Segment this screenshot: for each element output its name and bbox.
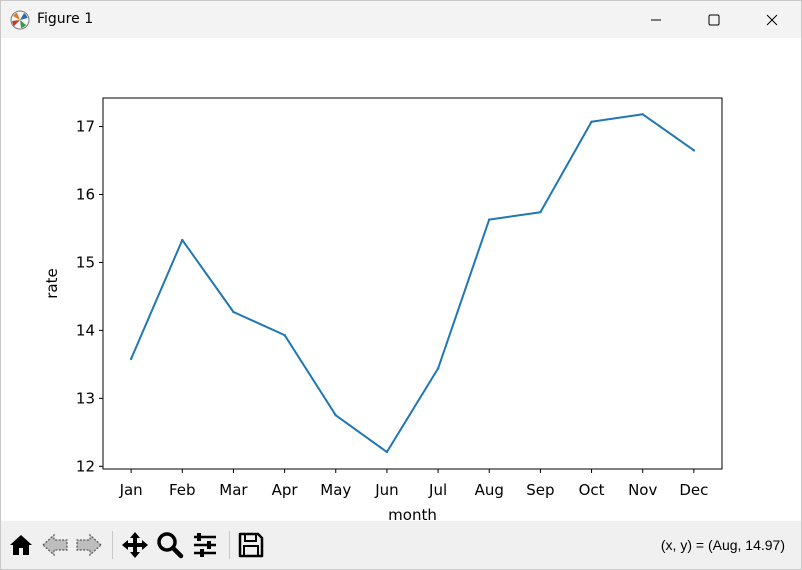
- data-point: [181, 238, 184, 242]
- data-point: [590, 120, 593, 123]
- save-icon: [238, 532, 264, 558]
- forward-button[interactable]: [73, 529, 105, 561]
- zoom-button[interactable]: [154, 529, 186, 561]
- x-tick-label: Sep: [526, 481, 554, 499]
- y-tick-label: 17: [76, 118, 95, 136]
- x-tick-label: Feb: [169, 481, 196, 499]
- configure-subplots-icon: [194, 533, 216, 557]
- y-tick-label: 13: [76, 389, 95, 407]
- pan-button[interactable]: [119, 529, 151, 561]
- save-button[interactable]: [235, 529, 267, 561]
- data-point: [488, 218, 491, 221]
- x-tick-label: Jan: [119, 481, 143, 499]
- window-title: Figure 1: [37, 11, 94, 27]
- data-point: [232, 310, 235, 314]
- y-tick-label: 14: [76, 321, 95, 339]
- line-chart[interactable]: 12 13 14 15 16 17 Jan Feb Mar Apr May Jun Jul Aug Sep O…: [1, 38, 801, 524]
- x-tick-label: May: [320, 481, 351, 499]
- close-button[interactable]: [743, 1, 801, 38]
- home-icon: [10, 535, 32, 555]
- x-tick-label: Jun: [374, 481, 398, 499]
- home-button[interactable]: [5, 529, 37, 561]
- y-tick-label: 16: [76, 185, 95, 203]
- data-point: [129, 357, 133, 361]
- axes-frame: [102, 97, 723, 470]
- maximize-icon: [708, 14, 720, 25]
- close-icon: [766, 14, 778, 25]
- x-axis-label: month: [388, 506, 437, 521]
- y-tick-label: 12: [76, 457, 95, 475]
- data-point: [385, 450, 389, 454]
- toolbar-separator: [229, 531, 230, 559]
- maximize-button[interactable]: [685, 1, 743, 38]
- x-tick-label: Dec: [679, 481, 708, 499]
- configure-subplots-button[interactable]: [189, 529, 221, 561]
- data-point: [436, 367, 440, 370]
- matplotlib-app-icon: [10, 10, 30, 30]
- data-point: [539, 210, 542, 214]
- data-point: [334, 414, 337, 417]
- minimize-button[interactable]: [627, 1, 685, 38]
- back-button[interactable]: [39, 529, 71, 561]
- pan-icon: [122, 532, 148, 558]
- x-tick-label: Jul: [428, 481, 447, 499]
- data-point: [641, 113, 644, 116]
- y-tick-label: 15: [76, 253, 95, 271]
- y-axis-label: rate: [43, 268, 61, 298]
- x-tick-label: Mar: [219, 481, 248, 499]
- cursor-coordinates: (x, y) = (Aug, 14.97): [660, 537, 785, 553]
- figure-window: Figure 1 12 13 14 15 16 17 Jan Feb Mar Apr May Jun J…: [0, 0, 802, 570]
- x-tick-label: Aug: [475, 481, 504, 499]
- title-bar[interactable]: Figure 1: [1, 1, 801, 38]
- x-tick-label: Apr: [272, 481, 299, 499]
- forward-icon: [76, 533, 102, 557]
- x-tick-label: Oct: [579, 481, 605, 499]
- zoom-icon: [157, 532, 184, 559]
- data-point: [283, 333, 286, 337]
- toolbar-separator: [112, 531, 113, 559]
- minimize-icon: [651, 19, 661, 20]
- back-icon: [42, 533, 68, 557]
- data-point: [692, 149, 696, 152]
- x-tick-label: Nov: [628, 481, 657, 499]
- figure-canvas[interactable]: 12 13 14 15 16 17 Jan Feb Mar Apr May Jun Jul Aug Sep O…: [1, 38, 801, 524]
- navigation-toolbar: (x, y) = (Aug, 14.97): [1, 521, 801, 569]
